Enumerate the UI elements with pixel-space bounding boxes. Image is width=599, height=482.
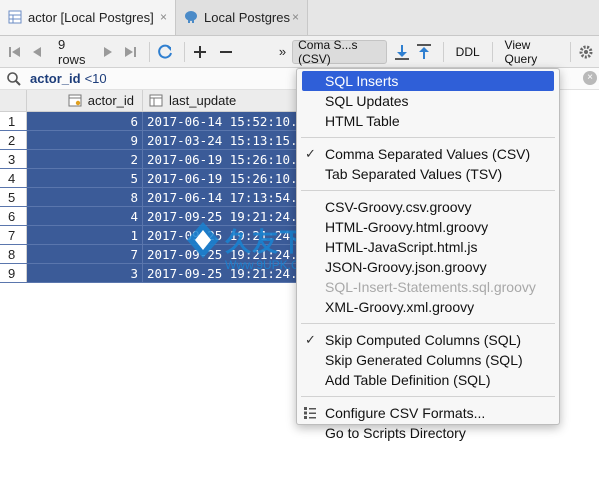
previous-page-icon[interactable] bbox=[28, 41, 46, 63]
row-number[interactable]: 9 bbox=[0, 264, 27, 282]
tab-label: Local Postgres bbox=[204, 9, 290, 25]
toolbar-separator bbox=[570, 41, 571, 62]
row-number-header bbox=[0, 90, 27, 111]
cell-last-update[interactable]: 2017-06-19 15:26:10. bbox=[143, 150, 296, 168]
import-upload-icon[interactable] bbox=[415, 41, 433, 63]
cell-actor-id[interactable]: 7 bbox=[27, 245, 143, 263]
menu-separator bbox=[301, 190, 555, 191]
table-row[interactable]: 5 8 2017-06-14 17:13:54. bbox=[0, 188, 296, 207]
grid-header: actor_id last_update bbox=[0, 90, 296, 112]
configure-list-icon bbox=[304, 407, 316, 419]
menu-item-xml-groovy[interactable]: XML-Groovy.xml.groovy bbox=[297, 297, 559, 317]
toolbar-separator bbox=[184, 41, 185, 62]
table-icon bbox=[8, 10, 22, 24]
toolbar-separator bbox=[442, 41, 444, 62]
watermark-logo-icon bbox=[187, 222, 219, 258]
menu-item-label: Comma Separated Values (CSV) bbox=[325, 146, 531, 162]
row-number[interactable]: 5 bbox=[0, 188, 27, 206]
cell-actor-id[interactable]: 8 bbox=[27, 188, 143, 206]
column-header-actor-id[interactable]: actor_id bbox=[27, 90, 143, 111]
menu-item-go-to-scripts-directory[interactable]: Go to Scripts Directory bbox=[297, 423, 559, 443]
primary-key-column-icon bbox=[68, 94, 82, 107]
menu-item-sql-updates[interactable]: SQL Updates bbox=[297, 91, 559, 111]
table-row[interactable]: 3 2 2017-06-19 15:26:10. bbox=[0, 150, 296, 169]
export-format-dropdown: SQL Inserts SQL Updates HTML Table ✓ Com… bbox=[296, 68, 560, 441]
clear-filter-icon[interactable]: × bbox=[583, 71, 597, 85]
cell-actor-id[interactable]: 4 bbox=[27, 207, 143, 225]
tab-actor-local-postgres[interactable]: actor [Local Postgres] × bbox=[0, 0, 176, 35]
menu-item-tsv[interactable]: Tab Separated Values (TSV) bbox=[297, 164, 559, 184]
close-icon[interactable]: × bbox=[160, 10, 167, 24]
last-page-icon[interactable] bbox=[121, 41, 139, 63]
column-header-last-update[interactable]: last_update bbox=[143, 90, 296, 111]
menu-item-skip-computed-columns[interactable]: ✓ Skip Computed Columns (SQL) bbox=[297, 330, 559, 350]
filter-condition: <10 bbox=[84, 71, 107, 86]
menu-separator bbox=[301, 323, 555, 324]
view-query-button[interactable]: View Query bbox=[499, 38, 565, 66]
toolbar-separator bbox=[149, 41, 151, 62]
more-actions-chevron[interactable]: » bbox=[279, 44, 286, 59]
menu-item-sql-inserts[interactable]: SQL Inserts bbox=[302, 71, 554, 91]
menu-item-html-table[interactable]: HTML Table bbox=[297, 111, 559, 131]
ddl-button[interactable]: DDL bbox=[450, 45, 486, 59]
cell-actor-id[interactable]: 1 bbox=[27, 226, 143, 244]
cell-actor-id[interactable]: 2 bbox=[27, 150, 143, 168]
export-download-icon[interactable] bbox=[393, 41, 411, 63]
filter-column: actor_id bbox=[30, 71, 81, 86]
row-number[interactable]: 7 bbox=[0, 226, 27, 244]
tab-bar: actor [Local Postgres] × Local Postgres … bbox=[0, 0, 599, 36]
row-number[interactable]: 4 bbox=[0, 169, 27, 187]
menu-item-json-groovy[interactable]: JSON-Groovy.json.groovy bbox=[297, 257, 559, 277]
cell-last-update[interactable]: 2017-03-24 15:13:15. bbox=[143, 131, 296, 149]
close-icon[interactable]: × bbox=[292, 10, 299, 24]
row-number[interactable]: 1 bbox=[0, 112, 27, 130]
menu-item-csv-groovy[interactable]: CSV-Groovy.csv.groovy bbox=[297, 197, 559, 217]
cell-actor-id[interactable]: 9 bbox=[27, 131, 143, 149]
menu-separator bbox=[301, 137, 555, 138]
export-format-label: Coma S...s (CSV) bbox=[298, 37, 358, 66]
row-number[interactable]: 2 bbox=[0, 131, 27, 149]
cell-actor-id[interactable]: 3 bbox=[27, 264, 143, 282]
column-icon bbox=[149, 94, 163, 107]
data-toolbar: 9 rows » Coma S...s (CSV) DDL View Query bbox=[0, 36, 599, 68]
refresh-icon[interactable] bbox=[156, 41, 174, 63]
postgres-elephant-icon bbox=[185, 11, 197, 23]
check-icon: ✓ bbox=[305, 332, 316, 347]
toolbar-separator bbox=[491, 41, 493, 62]
cell-last-update[interactable]: 2017-06-14 17:13:54. bbox=[143, 188, 296, 206]
menu-item-skip-generated-columns[interactable]: Skip Generated Columns (SQL) bbox=[297, 350, 559, 370]
menu-item-html-groovy[interactable]: HTML-Groovy.html.groovy bbox=[297, 217, 559, 237]
menu-item-configure-csv-formats[interactable]: Configure CSV Formats... bbox=[297, 403, 559, 423]
table-row[interactable]: 1 6 2017-06-14 15:52:10. bbox=[0, 112, 296, 131]
first-page-icon[interactable] bbox=[6, 41, 24, 63]
next-page-icon[interactable] bbox=[99, 41, 117, 63]
menu-item-html-javascript[interactable]: HTML-JavaScript.html.js bbox=[297, 237, 559, 257]
column-header-label: last_update bbox=[169, 93, 237, 108]
column-header-label: actor_id bbox=[87, 93, 134, 108]
table-row[interactable]: 4 5 2017-06-19 15:26:10. bbox=[0, 169, 296, 188]
menu-item-csv[interactable]: ✓ Comma Separated Values (CSV) bbox=[297, 144, 559, 164]
menu-item-add-table-definition[interactable]: Add Table Definition (SQL) bbox=[297, 370, 559, 390]
row-number[interactable]: 3 bbox=[0, 150, 27, 168]
add-row-icon[interactable] bbox=[191, 41, 209, 63]
settings-gear-icon[interactable] bbox=[577, 41, 595, 63]
menu-item-label: Skip Computed Columns (SQL) bbox=[325, 332, 522, 348]
cell-actor-id[interactable]: 6 bbox=[27, 112, 143, 130]
check-icon: ✓ bbox=[305, 146, 316, 161]
export-format-selector[interactable]: Coma S...s (CSV) bbox=[292, 37, 387, 66]
tab-label: actor [Local Postgres] bbox=[28, 9, 154, 25]
row-count: 9 rows bbox=[58, 36, 86, 67]
cell-last-update[interactable]: 2017-06-14 15:52:10. bbox=[143, 112, 296, 130]
row-number[interactable]: 8 bbox=[0, 245, 27, 263]
menu-item-label: Configure CSV Formats... bbox=[325, 405, 486, 421]
filter-search-icon bbox=[7, 71, 21, 86]
delete-row-icon[interactable] bbox=[217, 41, 235, 63]
table-row[interactable]: 2 9 2017-03-24 15:13:15. bbox=[0, 131, 296, 150]
cell-last-update[interactable]: 2017-06-19 15:26:10. bbox=[143, 169, 296, 187]
menu-item-sql-insert-statements[interactable]: SQL-Insert-Statements.sql.groovy bbox=[297, 277, 559, 297]
cell-actor-id[interactable]: 5 bbox=[27, 169, 143, 187]
menu-separator bbox=[301, 396, 555, 397]
row-number[interactable]: 6 bbox=[0, 207, 27, 225]
tab-local-postgres[interactable]: Local Postgres × bbox=[176, 0, 308, 35]
